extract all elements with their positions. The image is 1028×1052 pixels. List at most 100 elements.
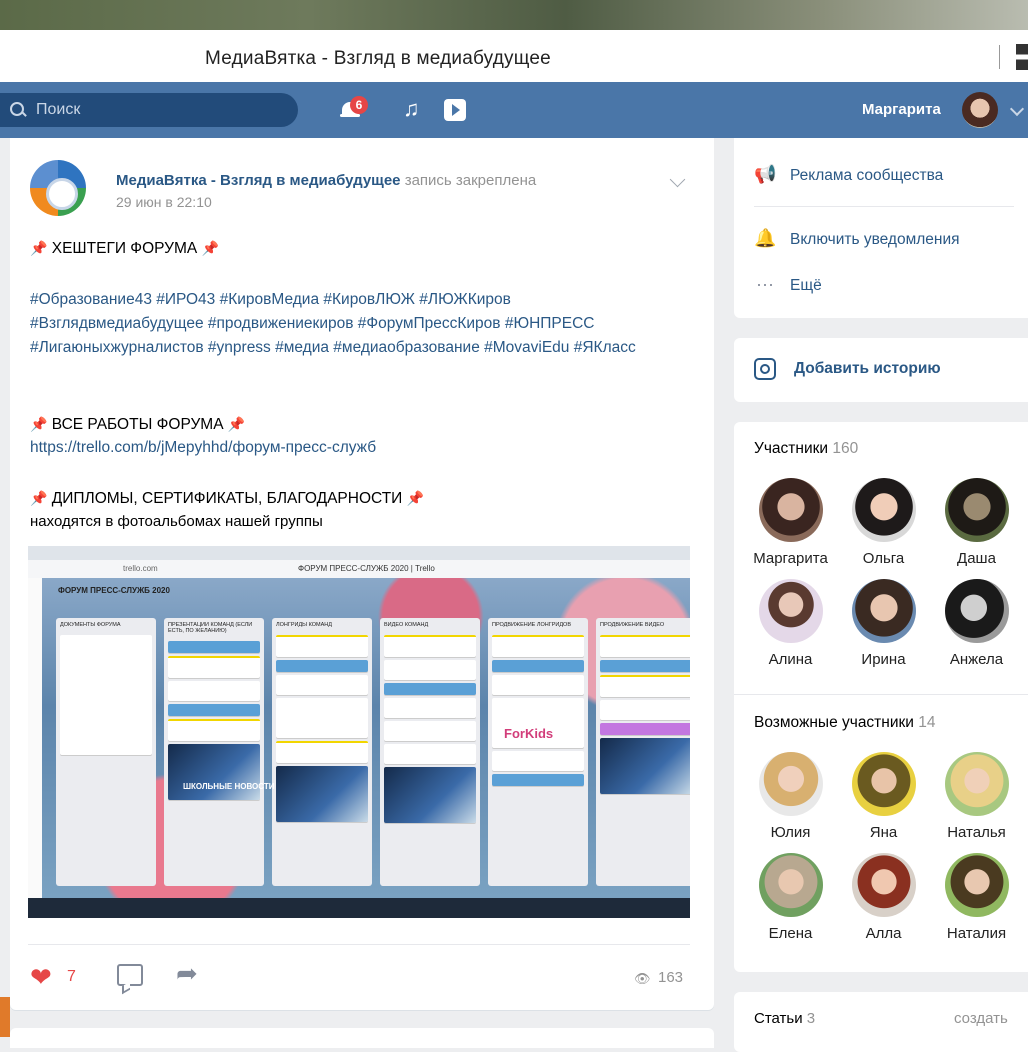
possible-members-grid: Юлия Яна Наталья Елена Алла Наталия [744,752,1024,942]
search-input[interactable] [34,100,278,120]
post-menu-chevron-icon[interactable] [669,171,686,188]
post-author-link[interactable]: МедиаВятка - Взгляд в медиабудущее [116,172,401,189]
member-item[interactable]: Юлия [744,752,837,841]
member-item[interactable]: Алина [744,579,837,668]
window-title-bar: МедиаВятка - Взгляд в медиабудущее [0,30,1028,82]
add-story-button[interactable]: Добавить историю [754,358,941,380]
screenshot-list: ЛОНГРИДЫ КОМАНД [272,618,372,886]
more-icon: ··· [756,274,774,294]
pushpin-icon: 📌 [30,240,48,256]
screenshot-tabs [28,546,690,560]
more-action[interactable]: ··· Ещё [754,274,822,295]
post-image-trello-screenshot[interactable]: trello.com ФОРУМ ПРЕСС-СЛУЖБ 2020 | Trel… [28,546,690,918]
articles-count: 3 [806,1010,816,1027]
pushpin-icon: 📌 [227,416,246,432]
add-story-card: Добавить историю [734,338,1028,402]
next-post [10,1028,714,1048]
share-icon[interactable]: ➦ [176,958,198,988]
avatar [758,853,823,917]
member-item[interactable]: Яна [837,752,930,841]
post-subtext: находятся в фотоальбомах нашей группы [30,513,323,530]
pushpin-icon: 📌 [201,240,219,256]
member-item[interactable]: Наталия [930,853,1023,942]
screenshot-address-bar: trello.com ФОРУМ ПРЕСС-СЛУЖБ 2020 | Trel… [28,560,690,578]
ad-community-action[interactable]: 📢 Реклама сообщества [754,164,943,185]
avatar [851,752,916,816]
avatar [944,853,1009,917]
title-divider [999,45,1000,69]
screenshot-forkids-logo: ForKids [504,726,554,741]
pushpin-icon: 📌 [406,490,425,506]
actions-divider [754,206,1014,207]
search-box[interactable] [0,93,298,127]
member-item[interactable]: Маргарита [744,478,837,567]
create-article-link[interactable]: создать [954,1010,1008,1027]
avatar [944,478,1009,542]
heart-icon[interactable]: ❤ [30,964,52,990]
photo-background-top [0,0,1028,30]
member-item[interactable]: Ольга [837,478,930,567]
member-item[interactable]: Ирина [837,579,930,668]
search-icon [10,102,26,118]
community-actions-card: 📢 Реклама сообщества 🔔 Включить уведомлени… [734,138,1028,318]
user-avatar[interactable] [962,92,998,128]
pinned-note: запись закреплена [404,172,537,189]
members-grid: Маргарита Ольга Даша Алина Ирина Анжела [744,478,1024,668]
likes-count[interactable]: 7 [67,968,76,986]
avatar [851,853,916,917]
screenshot-taskbar [28,898,690,918]
window-control-icon[interactable] [1016,44,1028,70]
avatar [944,752,1009,816]
members-header[interactable]: Участники 160 [754,440,858,458]
pinned-post: МедиаВятка - Взгляд в медиабудущее запис… [10,138,714,1010]
member-item[interactable]: Алла [837,853,930,942]
notifications-badge: 6 [350,96,368,114]
screenshot-list: ПРОДВИЖЕНИЕ ВИДЕО [596,618,690,886]
screenshot-sidebar [28,578,42,898]
member-item[interactable]: Даша [930,478,1023,567]
screenshot-school-news: ШКОЛЬНЫЕ НОВОСТИ [183,782,275,791]
members-divider [734,694,1028,695]
members-count: 160 [832,440,859,457]
screenshot-list: ПРЕЗЕНТАЦИИ КОМАНД (ЕСЛИ ЕСТЬ, ПО ЖЕЛАНИ… [164,618,264,886]
bell-icon: 🔔 [754,228,777,248]
screenshot-list: ДОКУМЕНТЫ ФОРУМА [56,618,156,886]
screenshot-list: ВИДЕО КОМАНД [380,618,480,886]
possible-members-header[interactable]: Возможные участники 14 [754,714,936,732]
member-item[interactable]: Анжела [930,579,1023,668]
post-header: МедиаВятка - Взгляд в медиабудущее запис… [116,172,536,189]
avatar [851,579,916,643]
post-date[interactable]: 29 июн в 22:10 [116,194,212,210]
music-icon[interactable]: ♫ [403,98,420,120]
pushpin-icon: 📌 [30,490,48,506]
trello-link[interactable]: https://trello.com/b/jMepyhhd/форум-прес… [30,436,376,460]
members-card: Участники 160 Маргарита Ольга Даша Алина… [734,422,1028,972]
top-navigation-bar: 6 ♫ Маргарита [0,82,1028,138]
community-avatar[interactable] [30,160,86,216]
screenshot-board-title: ФОРУМ ПРЕСС-СЛУЖБ 2020 [58,586,170,595]
orange-edge [0,997,10,1037]
instagram-icon [754,358,776,380]
comment-icon[interactable] [117,964,143,986]
avatar [851,478,916,542]
window-title: МедиаВятка - Взгляд в медиабудущее [205,48,551,69]
heading-diplomas: 📌 ДИПЛОМЫ, СЕРТИФИКАТЫ, БЛАГОДАРНОСТИ 📌 [30,490,425,507]
user-name[interactable]: Маргарита [862,101,941,118]
post-divider [28,944,690,945]
enable-notifications-action[interactable]: 🔔 Включить уведомления [754,228,960,249]
pushpin-icon: 📌 [30,416,48,432]
heading-hashtags: 📌 ХЕШТЕГИ ФОРУМА 📌 [30,240,219,257]
video-icon[interactable] [444,99,466,121]
hashtags-text[interactable]: #Образование43 #ИРО43 #КировМедиа #Киров… [30,288,670,360]
chevron-down-icon[interactable] [1009,101,1025,117]
notifications-button[interactable]: 6 [340,96,368,122]
articles-header[interactable]: Статьи 3 [754,1010,815,1027]
avatar [758,478,823,542]
possible-members-count: 14 [918,714,936,731]
screenshot-list: ПРОДВИЖЕНИЕ ЛОНГРИДОВ [488,618,588,886]
heading-works: 📌 ВСЕ РАБОТЫ ФОРУМА 📌 [30,416,246,433]
member-item[interactable]: Наталья [930,752,1023,841]
avatar [758,752,823,816]
member-item[interactable]: Елена [744,853,837,942]
articles-card: Статьи 3 создать [734,992,1028,1052]
